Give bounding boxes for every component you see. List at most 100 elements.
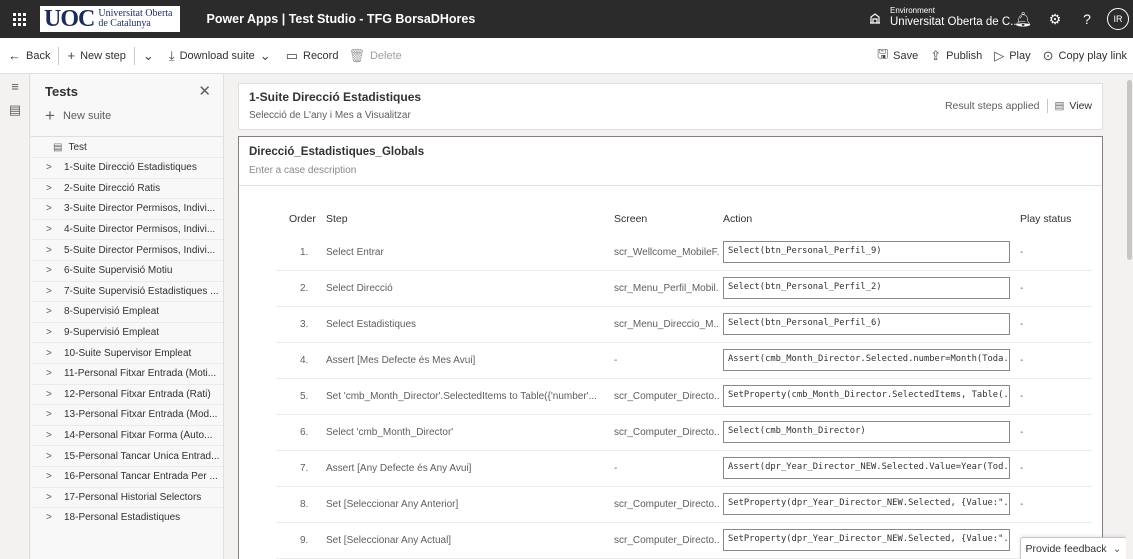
suite-list-item-label: 11-Personal Fitxar Entrada (Moti... [64,368,217,380]
environment-picker[interactable]: Environment Universitat Oberta de C... [868,6,1020,29]
new-step-dropdown[interactable]: ⌄ [143,48,159,64]
row-action-input[interactable]: SetProperty(cmb_Month_Director.SelectedI… [723,385,1010,407]
app-launcher-button[interactable] [0,0,38,38]
row-step[interactable]: Select 'cmb_Month_Director' [326,427,596,438]
avatar[interactable]: IR [1107,8,1129,30]
row-step[interactable]: Set [Seleccionar Any Anterior] [326,499,596,510]
suite-list-item[interactable]: >3-Suite Director Permisos, Indivi... [31,198,223,219]
suite-list-item[interactable]: >12-Personal Fitxar Entrada (Rati) [31,383,223,405]
suite-list-item[interactable]: >8-Supervisió Empleat [31,301,223,322]
suite-description[interactable]: Selecció de L'any i Mes a Visualitzar [249,110,411,121]
chevron-right-icon: > [46,327,52,339]
suite-list-item[interactable]: >15-Personal Tancar Unica Entrad... [31,445,223,466]
row-screen[interactable]: scr_Wellcome_MobileF... [614,247,719,258]
test-list-icon[interactable]: ▤ [0,98,30,122]
provide-feedback-button[interactable]: Provide feedback ⌄ [1020,537,1127,559]
row-screen[interactable]: - [614,463,719,474]
download-suite-button[interactable]: ⤓ Download suite ⌄ [169,48,276,64]
publish-button[interactable]: ⇪ Publish [930,48,982,64]
uoc-logo[interactable]: UOC Universitat Oberta de Catalunya [40,6,181,32]
row-step[interactable]: Set [Seleccionar Any Actual] [326,535,596,546]
row-screen[interactable]: scr_Computer_Directo... [614,391,719,402]
case-title[interactable]: Direcció_Estadistiques_Globals [249,146,424,158]
close-icon[interactable]: ✕ [198,82,211,100]
row-screen[interactable]: - [614,355,719,366]
result-steps-applied: Result steps applied [944,100,1040,112]
scrollbar[interactable] [1126,74,1133,559]
row-step[interactable]: Select Estadistiques [326,319,596,330]
suite-list-item[interactable]: >6-Suite Supervisió Motiu [31,259,223,281]
table-row[interactable]: 9. Set [Seleccionar Any Actual] scr_Comput… [239,523,1102,559]
suite-list-item[interactable]: >7-Suite Supervisió Estadistiques ... [31,280,223,302]
header-order: Order [289,213,316,225]
table-row[interactable]: 5. Set 'cmb_Month_Director'.SelectedItems… [239,379,1102,415]
row-action-input[interactable]: SetProperty(dpr_Year_Director_NEW.Select… [723,529,1010,551]
table-row[interactable]: 8. Set [Seleccionar Any Anterior] scr_Comp… [239,487,1102,523]
suite-list-item[interactable]: >4-Suite Director Permisos, Indivi... [31,218,223,240]
row-screen[interactable]: scr_Computer_Directo... [614,427,719,438]
gear-icon[interactable]: ⚙ [1039,11,1071,28]
hamburger-icon[interactable]: ≡ [0,74,30,98]
row-action-input[interactable]: Select(cmb_Month_Director) [723,421,1010,443]
suite-list-item-label: 1-Suite Direcció Estadistiques [64,162,197,174]
suite-list-item[interactable]: >14-Personal Fitxar Forma (Auto... [31,424,223,446]
bell-icon[interactable]: 🔔︎ [1007,11,1039,28]
suite-list-item[interactable]: >5-Suite Director Permisos, Indivi... [31,239,223,260]
chevron-right-icon: > [46,244,52,256]
row-action-input[interactable]: Select(btn_Personal_Perfil_2) [723,277,1010,299]
table-row[interactable]: 6. Select 'cmb_Month_Director' scr_Compute… [239,415,1102,451]
row-play-status: - [1020,499,1024,510]
view-button[interactable]: ▤ View [1055,100,1093,112]
suite-list-item[interactable]: >16-Personal Tancar Entrada Per ... [31,465,223,487]
new-step-button[interactable]: + New step [67,48,125,63]
suite-list-item-label: 17-Personal Historial Selectors [64,491,202,503]
row-play-status: - [1020,391,1024,402]
copy-play-link-button[interactable]: ⊙ Copy play link [1043,48,1127,64]
delete-button[interactable]: 🗑︎ Delete [348,48,401,64]
row-screen[interactable]: scr_Menu_Perfil_Mobil... [614,283,719,294]
row-action-input[interactable]: SetProperty(dpr_Year_Director_NEW.Select… [723,493,1010,515]
table-row[interactable]: 4. Assert [Mes Defecte és Mes Avui] - Asser… [239,343,1102,379]
suite-list-item-label: 4-Suite Director Permisos, Indivi... [64,224,216,236]
view-icon: ▤ [1054,100,1065,112]
top-bar: UOC Universitat Oberta de Catalunya Powe… [0,0,1133,38]
row-action-input[interactable]: Assert(cmb_Month_Director.Selected.numbe… [723,349,1010,371]
row-screen[interactable]: scr_Computer_Directo... [614,535,719,546]
publish-icon: ⇪ [930,48,942,63]
suite-title[interactable]: 1-Suite Direcció Estadistiques [249,90,421,104]
row-step[interactable]: Select Direcció [326,283,596,294]
test-root-item[interactable]: ▤ Test [31,137,223,157]
suite-list-item[interactable]: >10-Suite Supervisor Empleat [31,342,223,363]
row-step[interactable]: Assert [Mes Defecte és Mes Avui] [326,355,596,366]
record-button[interactable]: ▭ Record [286,48,339,64]
row-step[interactable]: Assert [Any Defecte és Any Avui] [326,463,596,474]
row-play-status: - [1020,319,1024,330]
play-button[interactable]: ▷ Play [994,48,1030,64]
row-action-input[interactable]: Select(btn_Personal_Perfil_9) [723,241,1010,263]
row-play-status: - [1020,283,1024,294]
chevron-right-icon: > [46,388,52,400]
back-button[interactable]: ← Back [8,48,50,63]
suite-list-item[interactable]: >9-Supervisió Empleat [31,321,223,343]
row-step[interactable]: Set 'cmb_Month_Director'.SelectedItems t… [326,391,596,402]
table-row[interactable]: 2. Select Direcció scr_Menu_Perfil_Mobil..… [239,271,1102,307]
suite-list-item[interactable]: >2-Suite Direcció Ratis [31,177,223,199]
suite-list-item[interactable]: >13-Personal Fitxar Entrada (Mod... [31,404,223,425]
row-action-input[interactable]: Select(btn_Personal_Perfil_6) [723,313,1010,335]
table-row[interactable]: 3. Select Estadistiques scr_Menu_Direccio_… [239,307,1102,343]
suite-list-item[interactable]: >1-Suite Direcció Estadistiques [31,157,223,178]
table-row[interactable]: 7. Assert [Any Defecte és Any Avui] - Asser… [239,451,1102,487]
suite-list-item[interactable]: >18-Personal Estadistiques [31,507,223,528]
scrollbar-thumb[interactable] [1127,80,1132,260]
help-icon[interactable]: ? [1071,11,1103,27]
row-screen[interactable]: scr_Computer_Directo... [614,499,719,510]
new-suite-button[interactable]: + New suite [31,104,223,128]
row-screen[interactable]: scr_Menu_Direccio_M... [614,319,719,330]
suite-list-item[interactable]: >17-Personal Historial Selectors [31,486,223,508]
table-row[interactable]: 1. Select Entrar scr_Wellcome_MobileF... Se… [239,235,1102,271]
suite-list-item[interactable]: >11-Personal Fitxar Entrada (Moti... [31,362,223,384]
row-action-input[interactable]: Assert(dpr_Year_Director_NEW.Selected.Va… [723,457,1010,479]
row-step[interactable]: Select Entrar [326,247,596,258]
case-description-field[interactable]: Enter a case description [249,165,356,176]
save-button[interactable]: 🖫︎ Save [877,45,918,67]
